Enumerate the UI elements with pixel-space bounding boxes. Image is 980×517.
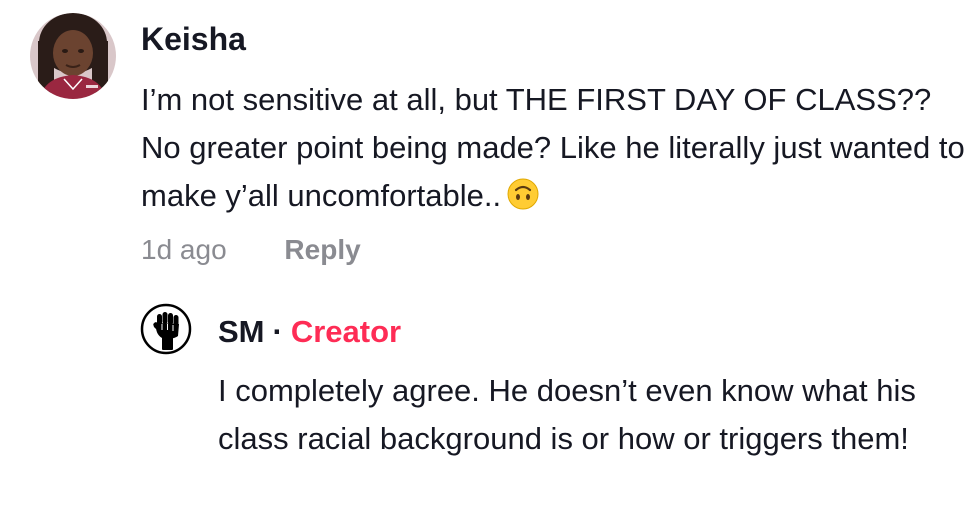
reply-button[interactable]: Reply bbox=[284, 228, 360, 272]
separator-dot: · bbox=[272, 314, 283, 349]
reply-text: I completely agree. He doesn’t even know… bbox=[218, 373, 916, 456]
comment-text: I’m not sensitive at all, but THE FIRST … bbox=[141, 82, 965, 213]
raised-fist-icon[interactable] bbox=[140, 303, 192, 355]
avatar-image bbox=[30, 13, 116, 99]
upside-down-face-icon bbox=[507, 176, 539, 224]
comment-body: I’m not sensitive at all, but THE FIRST … bbox=[141, 76, 971, 224]
comment-meta: 1d ago Reply bbox=[141, 228, 361, 272]
reply-header: SM · Creator bbox=[218, 310, 401, 354]
creator-badge: Creator bbox=[290, 314, 402, 349]
avatar[interactable] bbox=[30, 13, 116, 99]
comment-username[interactable]: Keisha bbox=[141, 17, 246, 61]
comment-thread: Keisha I’m not sensitive at all, but THE… bbox=[0, 0, 980, 517]
reply-username[interactable]: SM bbox=[218, 314, 265, 349]
comment-timestamp: 1d ago bbox=[141, 234, 227, 265]
